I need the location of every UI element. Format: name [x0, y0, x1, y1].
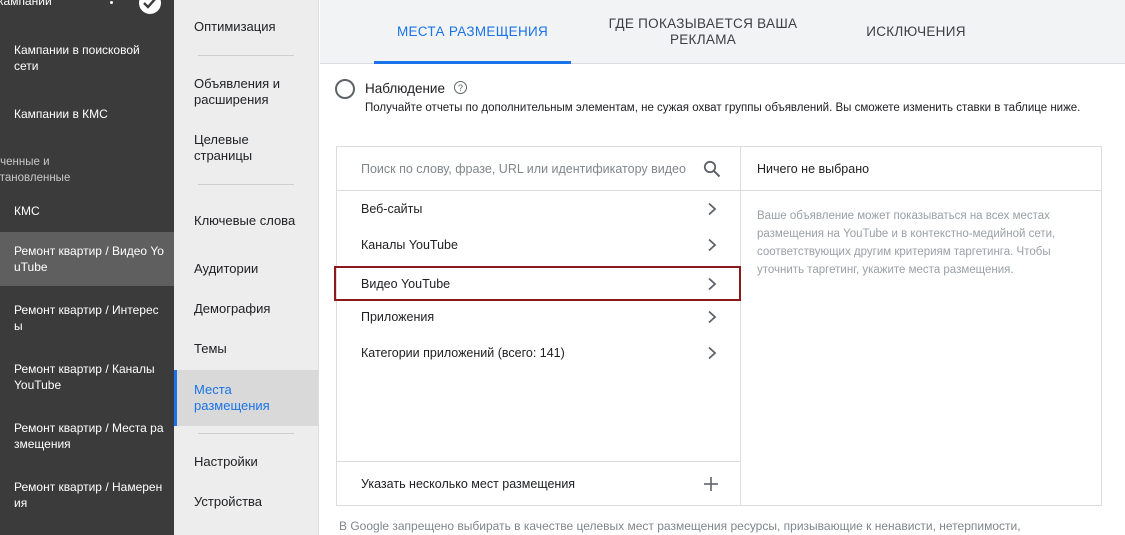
check-icon[interactable] — [139, 0, 161, 14]
category-label: Веб-сайты — [361, 202, 423, 216]
nav-item-placements[interactable]: Места размещения — [174, 370, 318, 426]
nav-divider — [198, 433, 294, 434]
sidebar-item-interests[interactable]: Ремонт квартир / Интересы — [0, 296, 174, 340]
category-apps[interactable]: Приложения — [337, 299, 740, 335]
add-multiple-placements[interactable]: Указать несколько мест размещения — [337, 461, 740, 505]
category-label: Каналы YouTube — [361, 238, 458, 252]
nav-item-label: Объявления и расширения — [194, 76, 281, 107]
category-label: Приложения — [361, 310, 435, 324]
search-row — [337, 147, 740, 191]
more-menu-icon[interactable] — [104, 0, 118, 14]
sidebar-item-display-campaigns[interactable]: Кампании в КМС — [0, 98, 174, 130]
selection-panel: Ничего не выбрано Ваше объявление может … — [741, 147, 1101, 505]
placement-picker: Веб-сайты Каналы YouTube Видео YouTube П… — [334, 146, 1102, 506]
main-content: МЕСТА РАЗМЕЩЕНИЯ ГДЕ ПОКАЗЫВАЕТСЯ ВАША Р… — [320, 0, 1125, 535]
placement-browser: Веб-сайты Каналы YouTube Видео YouTube П… — [334, 147, 741, 505]
sidebar-item-label: Ремонт квартир / Интересы — [14, 303, 159, 333]
nav-item-ads-extensions[interactable]: Объявления и расширения — [174, 74, 318, 110]
sidebar-item-label: Ремонт квартир / Намерения — [14, 480, 163, 510]
sidebar-item-label: КМС — [14, 204, 40, 218]
section-nav: Оптимизация Объявления и расширения Целе… — [174, 0, 319, 535]
category-label: Видео YouTube — [361, 276, 451, 291]
chevron-right-icon — [708, 238, 717, 252]
tab-exclusions[interactable]: ИСКЛЮЧЕНИЯ — [840, 0, 992, 64]
chevron-right-icon — [708, 310, 717, 324]
nav-item-label: Демография — [194, 301, 271, 316]
policy-note: В Google запрещено выбирать в качестве ц… — [339, 519, 1021, 533]
category-app-categories[interactable]: Категории приложений (всего: 141) — [337, 335, 740, 371]
nav-item-label: Ключевые слова — [194, 213, 296, 228]
chevron-right-icon — [708, 346, 717, 360]
observation-radio[interactable] — [335, 79, 355, 99]
tab-label: ИСКЛЮЧЕНИЯ — [866, 24, 966, 39]
sidebar-header: кампании — [0, 0, 174, 20]
nav-item-optimization[interactable]: Оптимизация — [174, 16, 318, 38]
sidebar-item-search-campaigns[interactable]: Кампании в поисковой сети — [0, 40, 174, 76]
add-multiple-label: Указать несколько мест размещения — [361, 476, 576, 491]
nav-item-label: Аудитории — [194, 261, 259, 276]
category-youtube-videos[interactable]: Видео YouTube — [334, 266, 741, 301]
selection-header: Ничего не выбрано — [741, 147, 1101, 191]
sidebar-item-label: Ремонт квартир / Места размещения — [14, 421, 164, 451]
sidebar-item-label: оченные и становленные — [0, 156, 71, 184]
tab-label: ГДЕ ПОКАЗЫВАЕТСЯ ВАША РЕКЛАМА — [608, 16, 798, 47]
tab-bar: МЕСТА РАЗМЕЩЕНИЯ ГДЕ ПОКАЗЫВАЕТСЯ ВАША Р… — [320, 0, 1125, 64]
sidebar-item-youtube-video[interactable]: Ремонт квартир / Видео YouTube — [0, 232, 174, 286]
search-icon[interactable] — [703, 160, 721, 178]
active-tab-indicator — [374, 61, 571, 64]
help-icon[interactable]: ? — [454, 81, 467, 94]
nav-item-label: Темы — [194, 341, 227, 356]
nav-item-label: Целевые страницы — [194, 132, 253, 163]
sidebar-item-label: Ремонт квартир / Видео YouTube — [14, 244, 164, 274]
nav-divider — [198, 55, 294, 56]
observation-description: Получайте отчеты по дополнительным элеме… — [365, 102, 1081, 114]
plus-icon[interactable] — [703, 476, 719, 492]
sidebar-item-label: Кампании в КМС — [14, 107, 108, 121]
search-input[interactable] — [361, 160, 701, 178]
campaign-sidebar: кампании Кампании в поисковой сети Кампа… — [0, 0, 174, 535]
nav-item-label: Места размещения — [194, 382, 270, 413]
category-youtube-channels[interactable]: Каналы YouTube — [337, 227, 740, 263]
sidebar-item-placements[interactable]: Ремонт квартир / Места размещения — [0, 414, 174, 458]
nav-item-landing-pages[interactable]: Целевые страницы — [174, 130, 318, 166]
observation-title: Наблюдение — [365, 81, 445, 96]
nav-item-label: Устройства — [194, 494, 263, 509]
tab-label: МЕСТА РАЗМЕЩЕНИЯ — [396, 24, 549, 39]
nav-item-demographics[interactable]: Демография — [174, 298, 318, 320]
nav-item-devices[interactable]: Устройства — [174, 491, 318, 513]
tab-where-ads-showed[interactable]: ГДЕ ПОКАЗЫВАЕТСЯ ВАША РЕКЛАМА — [598, 0, 808, 64]
nav-item-keywords[interactable]: Ключевые слова — [174, 203, 318, 239]
nav-divider — [198, 184, 294, 185]
tab-placements[interactable]: МЕСТА РАЗМЕЩЕНИЯ — [374, 0, 571, 64]
sidebar-group-label: оченные и становленные — [0, 150, 114, 190]
nav-item-label: Настройки — [194, 454, 258, 469]
sidebar-item-label: Ремонт квартир / Каналы YouTube — [14, 362, 155, 392]
nav-item-topics[interactable]: Темы — [174, 338, 318, 360]
sidebar-title: кампании — [0, 0, 52, 8]
sidebar-item-kms[interactable]: КМС — [0, 196, 174, 226]
nav-item-audiences[interactable]: Аудитории — [174, 258, 318, 280]
sidebar-item-youtube-channels[interactable]: Ремонт квартир / Каналы YouTube — [0, 355, 174, 399]
nav-item-settings[interactable]: Настройки — [174, 451, 318, 473]
selection-empty-message: Ваше объявление может показываться на вс… — [757, 210, 1056, 276]
sidebar-item-intents[interactable]: Ремонт квартир / Намерения — [0, 473, 174, 517]
category-websites[interactable]: Веб-сайты — [337, 191, 740, 227]
nav-item-label: Оптимизация — [194, 19, 276, 34]
sidebar-item-label: Кампании в поисковой сети — [14, 43, 140, 73]
chevron-right-icon — [708, 202, 717, 216]
chevron-right-icon — [708, 277, 717, 291]
category-label: Категории приложений (всего: 141) — [361, 346, 565, 360]
